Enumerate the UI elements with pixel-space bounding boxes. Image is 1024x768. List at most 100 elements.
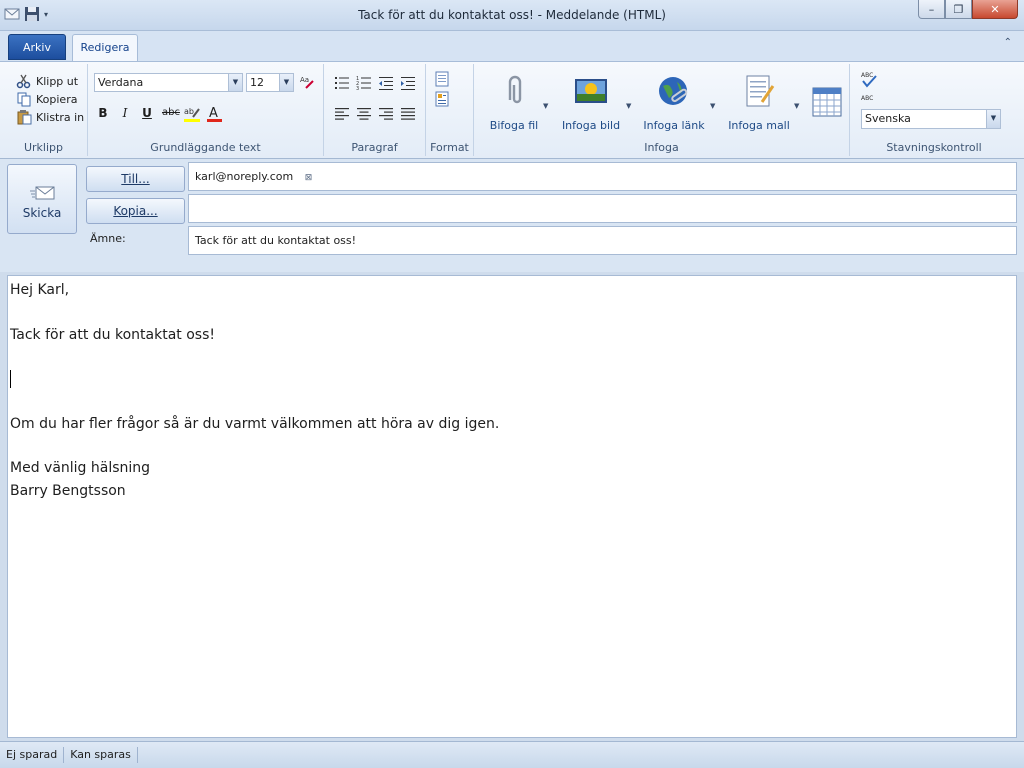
decrease-indent-icon[interactable] xyxy=(378,75,394,91)
group-clipboard: Klipp ut Kopiera Klistra in Urklipp xyxy=(0,64,88,156)
copy-button[interactable]: Kopiera xyxy=(16,91,77,107)
italic-button[interactable]: I xyxy=(116,104,134,122)
status-saved: Ej sparad xyxy=(0,747,65,763)
chevron-down-icon[interactable]: ▼ xyxy=(794,102,799,110)
align-center-icon[interactable] xyxy=(356,106,372,122)
chevron-down-icon[interactable]: ▼ xyxy=(710,102,715,110)
align-right-icon[interactable] xyxy=(378,106,394,122)
svg-text:ABC: ABC xyxy=(861,95,873,102)
insert-template-button[interactable]: Infoga mall xyxy=(726,74,792,132)
numbered-list-icon[interactable]: 123 xyxy=(356,75,372,91)
subject-label: Ämne: xyxy=(90,232,126,245)
body-closing: Med vänlig hälsning xyxy=(10,460,151,477)
bullet-list-icon[interactable] xyxy=(334,75,350,91)
status-can-save: Kan sparas xyxy=(64,747,138,763)
tab-file[interactable]: Arkiv xyxy=(8,34,66,60)
collapse-ribbon-icon[interactable]: ⌃ xyxy=(1004,37,1012,48)
restore-button[interactable]: ❐ xyxy=(945,0,972,19)
body-empty-line xyxy=(10,301,1014,323)
window-controls: – ❐ ✕ xyxy=(918,0,1018,19)
increase-indent-icon[interactable] xyxy=(400,75,416,91)
group-label-paragraph: Paragraf xyxy=(351,141,398,154)
send-button[interactable]: Skicka xyxy=(7,164,77,234)
body-line-thanks: Tack för att du kontaktat oss! xyxy=(10,326,215,343)
font-size-select[interactable]: 12 ▼ xyxy=(246,73,294,92)
highlight-icon[interactable]: ab xyxy=(184,105,202,123)
clipboard-icon xyxy=(17,110,32,125)
scissors-icon xyxy=(16,74,31,89)
body-cursor-line xyxy=(10,368,1014,390)
language-icon[interactable]: ABC xyxy=(860,93,878,103)
spellcheck-icon[interactable]: ABC xyxy=(860,71,878,89)
svg-text:ab: ab xyxy=(184,107,194,116)
justify-icon[interactable] xyxy=(400,106,416,122)
body-signature: Barry Bengtsson xyxy=(10,482,126,499)
group-label-insert: Infoga xyxy=(644,141,679,154)
copy-label: Kopiera xyxy=(36,92,78,106)
insert-picture-button[interactable]: Infoga bild xyxy=(560,74,622,132)
insert-template-label: Infoga mall xyxy=(728,119,790,132)
body-empty-line xyxy=(10,390,1014,412)
message-header: Skicka Till... Kopia... karl@noreply.com… xyxy=(0,159,1024,272)
svg-text:3: 3 xyxy=(356,86,359,91)
group-basic-text: Verdana ▼ 12 ▼ Aa B I U abc ab A Grundlä… xyxy=(88,64,324,156)
to-field[interactable]: karl@noreply.com ⊠ xyxy=(188,162,1017,191)
copy-icon xyxy=(17,92,31,107)
insert-link-button[interactable]: Infoga länk xyxy=(642,74,706,132)
strikethrough-button[interactable]: abc xyxy=(160,104,182,122)
to-button[interactable]: Till... xyxy=(86,166,185,192)
clear-formatting-icon[interactable]: Aa xyxy=(299,74,315,90)
group-label-format: Format xyxy=(430,141,469,154)
send-label: Skicka xyxy=(22,206,62,220)
svg-text:Aa: Aa xyxy=(300,76,309,84)
minimize-button[interactable]: – xyxy=(918,0,945,19)
close-button[interactable]: ✕ xyxy=(972,0,1018,19)
globe-link-icon xyxy=(659,77,688,105)
body-greeting: Hej Karl, xyxy=(10,282,70,298)
group-label-clipboard: Urklipp xyxy=(23,141,64,154)
cc-field[interactable] xyxy=(188,194,1017,223)
cut-button[interactable]: Klipp ut xyxy=(16,73,78,89)
underline-button[interactable]: U xyxy=(138,104,156,122)
text-cursor xyxy=(10,370,11,389)
cc-button[interactable]: Kopia... xyxy=(86,198,185,224)
insert-link-label: Infoga länk xyxy=(643,119,705,132)
group-label-basic-text: Grundläggande text xyxy=(150,141,261,154)
insert-picture-label: Infoga bild xyxy=(561,119,621,132)
body-empty-line xyxy=(10,346,1014,368)
bold-button[interactable]: B xyxy=(94,104,112,122)
window-title: Tack för att du kontaktat oss! - Meddela… xyxy=(358,8,666,22)
ribbon: Klipp ut Kopiera Klistra in Urklipp Verd… xyxy=(0,61,1024,159)
message-body[interactable]: Hej Karl, Tack för att du kontaktat oss!… xyxy=(7,275,1017,738)
font-family-value: Verdana xyxy=(98,76,144,89)
html-format-icon[interactable] xyxy=(435,91,449,107)
chevron-down-icon: ▼ xyxy=(986,110,1000,128)
paste-label: Klistra in xyxy=(36,110,85,124)
template-icon xyxy=(746,75,775,107)
picture-icon xyxy=(575,79,607,103)
group-label-spelling: Stavningskontroll xyxy=(886,141,982,154)
chevron-down-icon[interactable]: ▼ xyxy=(543,102,548,110)
attach-file-button[interactable]: Bifoga fil xyxy=(488,74,540,132)
remove-recipient-icon[interactable]: ⊠ xyxy=(305,173,313,183)
title-bar: ▾ Tack för att du kontaktat oss! - Medde… xyxy=(0,0,1024,31)
chevron-down-icon[interactable]: ▼ xyxy=(626,102,631,110)
table-icon[interactable] xyxy=(812,86,842,118)
tab-edit[interactable]: Redigera xyxy=(72,34,138,61)
cut-label: Klipp ut xyxy=(36,74,79,88)
group-insert: Bifoga fil ▼ Infoga bild ▼ Infoga länk ▼… xyxy=(474,64,850,156)
align-left-icon[interactable] xyxy=(334,106,350,122)
font-family-select[interactable]: Verdana ▼ xyxy=(94,73,243,92)
recipient-chip[interactable]: karl@noreply.com xyxy=(195,170,293,183)
subject-field[interactable]: Tack för att du kontaktat oss! xyxy=(188,226,1017,255)
language-select[interactable]: Svenska ▼ xyxy=(861,109,1001,129)
paste-button[interactable]: Klistra in xyxy=(16,109,84,125)
font-color-icon[interactable]: A xyxy=(206,105,224,123)
attach-file-label: Bifoga fil xyxy=(489,119,539,132)
body-empty-line xyxy=(10,435,1014,457)
chevron-down-icon: ▼ xyxy=(279,74,293,91)
svg-text:A: A xyxy=(209,106,218,121)
font-size-value: 12 xyxy=(250,76,264,89)
plain-text-icon[interactable] xyxy=(435,71,449,87)
status-bar: Ej sparad Kan sparas xyxy=(0,741,1024,768)
